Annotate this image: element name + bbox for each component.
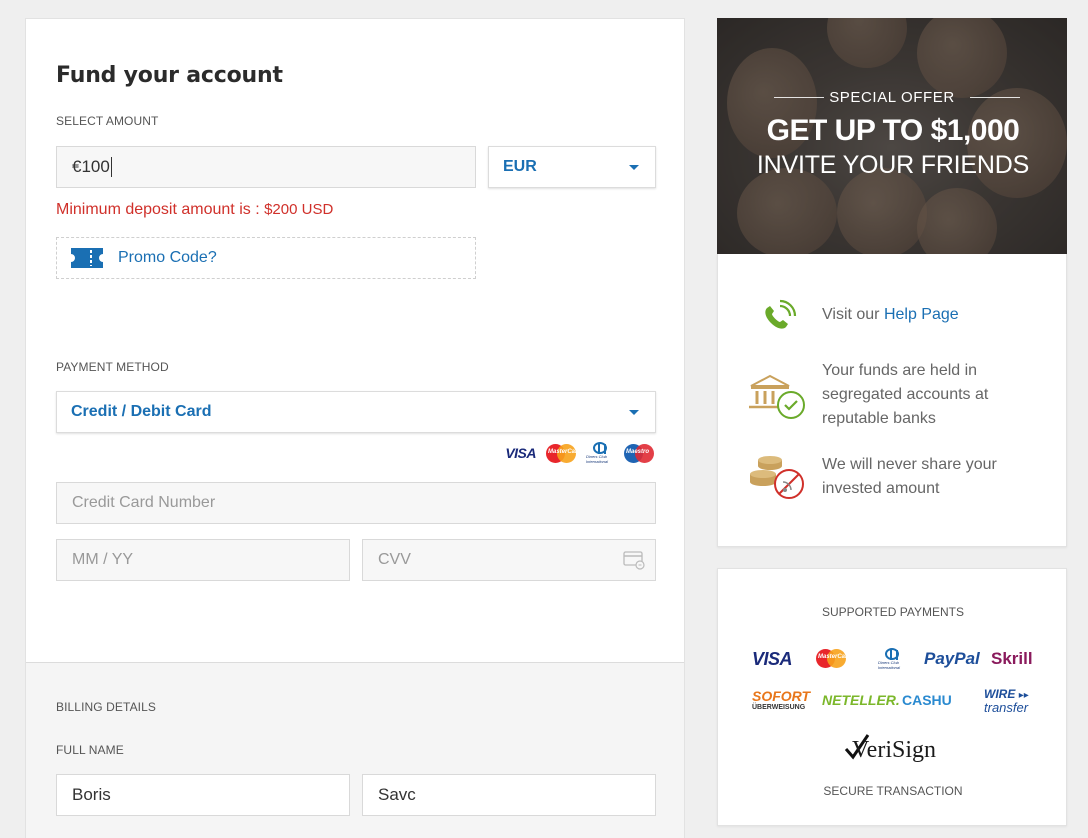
- expiry-input[interactable]: MM / YY: [56, 539, 350, 581]
- privacy-line: We will never share your: [822, 456, 997, 473]
- funds-info: Your funds are held in segregated accoun…: [822, 359, 988, 431]
- payment-method-label: PAYMENT METHOD: [56, 360, 169, 374]
- funds-line: reputable banks: [822, 410, 936, 427]
- verisign-logo: VeriSign: [844, 734, 936, 764]
- error-amount: $200 USD: [264, 201, 334, 218]
- coins-no-share-icon: [750, 456, 804, 499]
- currency-value: EUR: [503, 158, 537, 175]
- payment-method-select[interactable]: Credit / Debit Card: [56, 391, 656, 433]
- supported-payments-title: SUPPORTED PAYMENTS: [821, 605, 965, 619]
- error-text: Minimum deposit amount is :: [56, 201, 265, 218]
- funds-line: segregated accounts at: [822, 386, 989, 403]
- info-card: Visit our Help Page Your funds are held …: [717, 254, 1067, 547]
- last-name-input[interactable]: Savc: [362, 774, 656, 816]
- offer-subline: INVITE YOUR FRIENDS: [756, 151, 1030, 179]
- billing-section: BILLING DETAILS FULL NAME Boris Savc: [26, 662, 684, 838]
- full-name-label: FULL NAME: [56, 743, 124, 757]
- secure-transaction-label: SECURE TRANSACTION: [823, 784, 963, 798]
- billing-details-label: BILLING DETAILS: [56, 700, 156, 714]
- privacy-info: We will never share your invested amount: [822, 453, 997, 501]
- select-amount-label: SELECT AMOUNT: [56, 114, 159, 128]
- currency-select[interactable]: EUR: [488, 146, 656, 188]
- cvv-placeholder: CVV: [378, 551, 411, 568]
- payment-method-value: Credit / Debit Card: [71, 403, 212, 420]
- card-cvv-icon: [623, 551, 645, 570]
- min-deposit-error: Minimum deposit amount is : $200 USD: [56, 201, 333, 219]
- visa-logo: VISA: [752, 649, 793, 669]
- amount-value: €100: [72, 157, 110, 176]
- chevron-down-icon: [629, 165, 639, 170]
- promo-code-button[interactable]: Promo Code?: [56, 237, 476, 279]
- offer-headline: GET UP TO $1,000: [766, 114, 1020, 147]
- help-page-link[interactable]: Help Page: [884, 306, 959, 323]
- mastercard-logo: MasterCard: [816, 649, 851, 668]
- special-offer-label: SPECIAL OFFER: [829, 89, 955, 106]
- help-prefix: Visit our: [822, 306, 884, 323]
- chevron-down-icon: [629, 410, 639, 415]
- first-name-input[interactable]: Boris: [56, 774, 350, 816]
- cashu-logo: CASHU: [902, 692, 952, 708]
- card-number-placeholder: Credit Card Number: [72, 494, 216, 511]
- funds-line: Your funds are held in: [822, 362, 978, 379]
- skrill-logo: Skrill: [991, 649, 1033, 668]
- expiry-placeholder: MM / YY: [72, 551, 134, 568]
- card-brand-logos: VISA MasterCard Diners Club Internationa…: [505, 442, 654, 464]
- mastercard-logo: MasterCard: [546, 443, 581, 463]
- promo-code-label: Promo Code?: [118, 249, 217, 266]
- diners-club-logo: Diners Club International: [878, 648, 906, 670]
- diners-club-logo: Diners Club International: [586, 442, 614, 464]
- visa-logo: VISA: [505, 445, 536, 461]
- fund-panel: Fund your account SELECT AMOUNT €100 EUR…: [25, 18, 685, 838]
- maestro-logo: Maestro: [624, 443, 654, 463]
- wire-transfer-logo: WIRE ▸▸ transfer: [984, 687, 1029, 715]
- special-offer-banner[interactable]: SPECIAL OFFER GET UP TO $1,000 INVITE YO…: [717, 18, 1067, 254]
- first-name-value: Boris: [72, 785, 111, 804]
- ticket-icon: [71, 248, 103, 268]
- text-cursor: [110, 157, 112, 177]
- sofort-logo: SOFORT ÜBERWEISUNG: [752, 688, 811, 711]
- neteller-logo: NETELLER.: [822, 692, 900, 708]
- last-name-value: Savc: [378, 785, 416, 804]
- supported-payments-card: SUPPORTED PAYMENTS VISA MasterCard Diner…: [717, 568, 1067, 826]
- privacy-line: invested amount: [822, 480, 940, 497]
- card-number-input[interactable]: Credit Card Number: [56, 482, 656, 524]
- page-title: Fund your account: [56, 63, 283, 88]
- bank-check-icon: [749, 374, 805, 419]
- help-row: Visit our Help Page: [822, 303, 959, 327]
- amount-input[interactable]: €100: [56, 146, 476, 188]
- phone-icon: [765, 299, 797, 329]
- cvv-input[interactable]: CVV: [362, 539, 656, 581]
- paypal-logo: PayPal: [924, 649, 980, 668]
